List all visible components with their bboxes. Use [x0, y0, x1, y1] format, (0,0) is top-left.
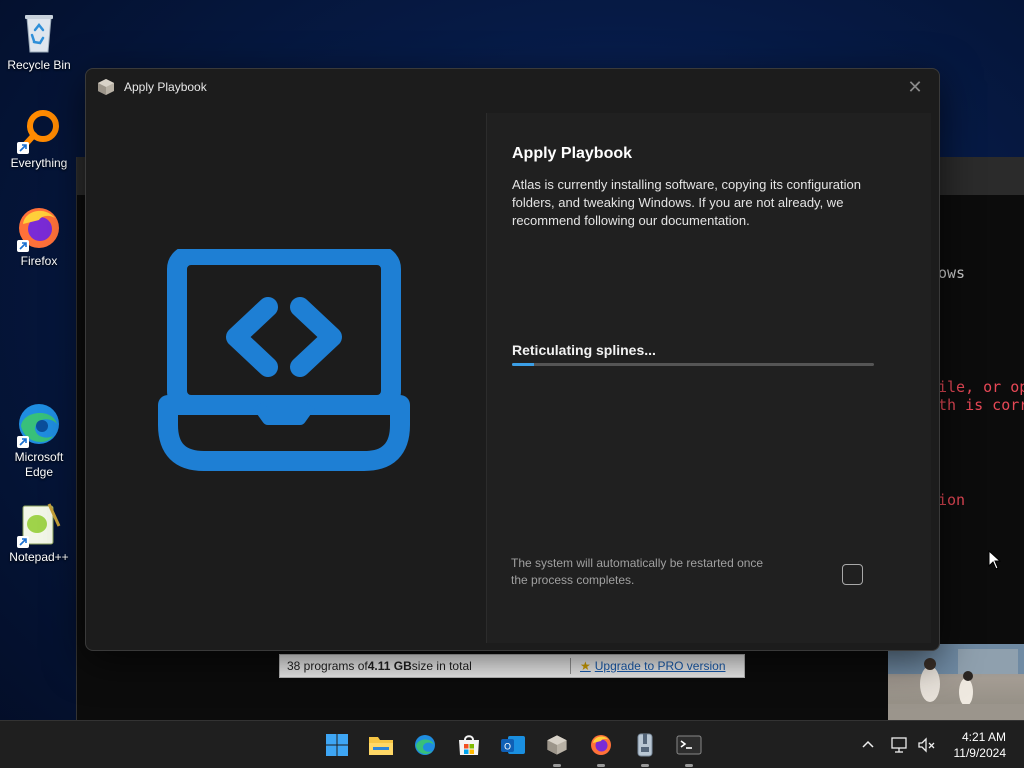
dialog-heading: Apply Playbook	[512, 145, 633, 162]
network-icon	[891, 737, 907, 753]
running-indicator	[641, 764, 649, 767]
desktop-icon-edge[interactable]: Microsoft Edge	[4, 400, 74, 480]
edge-icon	[15, 400, 63, 448]
svg-text:O: O	[504, 743, 511, 753]
atlas-app-icon	[98, 79, 114, 95]
star-icon: ★	[580, 659, 591, 673]
taskbar-edge[interactable]	[409, 729, 441, 761]
taskbar-store[interactable]	[453, 729, 485, 761]
running-indicator	[553, 764, 561, 767]
dialog-content-panel: Apply Playbook Atlas is currently instal…	[486, 113, 931, 643]
tray-network[interactable]	[890, 721, 910, 768]
upgrade-pro-link[interactable]: ★ Upgrade to PRO version	[580, 659, 726, 673]
dialog-titlebar[interactable]: Apply Playbook	[86, 69, 939, 105]
edge-icon	[415, 735, 435, 755]
desktop-icon-label: Microsoft Edge	[14, 450, 64, 479]
restart-checkbox[interactable]	[842, 564, 863, 585]
total-size-text: 4.11 GB	[367, 659, 412, 673]
taskbar-archive[interactable]	[629, 729, 661, 767]
video-thumbnail[interactable]	[888, 644, 1024, 720]
progress-label: Reticulating splines...	[512, 342, 656, 358]
taskbar-clock[interactable]: 4:21 AM 11/9/2024	[954, 729, 1007, 761]
desktop-icon-notepadpp[interactable]: Notepad++	[4, 500, 74, 565]
atlas-box-icon	[547, 735, 567, 755]
everything-search-icon	[15, 106, 63, 154]
programs-count-text: 38 programs of	[287, 659, 368, 673]
terminal-text-line: ows	[938, 264, 966, 282]
file-explorer-icon	[369, 737, 393, 755]
shortcut-arrow-icon	[17, 240, 29, 252]
tray-volume[interactable]	[916, 721, 936, 768]
firefox-icon	[591, 735, 611, 755]
terminal-text-line: th is corr	[938, 396, 1024, 414]
microsoft-store-icon	[459, 735, 479, 755]
progress-bar	[512, 363, 874, 366]
terminal-icon	[676, 735, 702, 755]
taskbar-file-explorer[interactable]	[365, 729, 397, 761]
clock-date: 11/9/2024	[953, 746, 1007, 760]
windows-start-icon	[326, 734, 348, 756]
tray-overflow-button[interactable]	[860, 721, 876, 768]
shortcut-arrow-icon	[17, 536, 29, 548]
mouse-cursor-icon	[988, 550, 1002, 570]
terminal-text-line: ion	[938, 491, 966, 509]
taskbar-terminal[interactable]	[673, 729, 705, 767]
taskbar-firefox[interactable]	[585, 729, 617, 767]
outlook-icon: O	[501, 736, 525, 754]
size-suffix-text: size in total	[411, 659, 472, 673]
restart-notice: The system will automatically be restart…	[511, 556, 764, 587]
desktop-icon-label: Recycle Bin	[7, 58, 71, 72]
taskbar: O 4:21 AM 11/9/2024	[0, 720, 1024, 768]
progress-bar-fill	[512, 363, 534, 366]
taskbar-atlas[interactable]	[541, 729, 573, 767]
running-indicator	[685, 764, 693, 767]
laptop-code-icon	[158, 249, 410, 471]
status-divider	[570, 658, 571, 674]
desktop-icon-label: Firefox	[20, 254, 58, 268]
close-icon: ✕	[907, 76, 923, 97]
upgrade-link-label: Upgrade to PRO version	[594, 659, 726, 673]
dialog-description: Atlas is currently installing software, …	[512, 177, 861, 228]
taskbar-outlook[interactable]: O	[497, 729, 529, 761]
desktop-icon-recycle-bin[interactable]: Recycle Bin	[4, 8, 74, 73]
start-button[interactable]	[321, 729, 353, 761]
volume-muted-icon	[918, 737, 935, 753]
desktop-icon-firefox[interactable]: Firefox	[4, 204, 74, 269]
apply-playbook-dialog: Apply Playbook ✕ Apply Playbook Atlas is…	[85, 68, 940, 651]
notepadpp-icon	[15, 500, 63, 548]
uninstaller-status-bar: 38 programs of 4.11 GB size in total ★ Up…	[279, 654, 745, 678]
shortcut-arrow-icon	[17, 436, 29, 448]
terminal-text-line: ile, or op	[938, 378, 1024, 396]
close-button[interactable]: ✕	[903, 75, 927, 99]
firefox-icon	[15, 204, 63, 252]
clock-time: 4:21 AM	[961, 730, 1006, 744]
desktop-icon-label: Notepad++	[9, 550, 69, 564]
recycle-bin-icon	[15, 8, 63, 56]
desktop-icon-label: Everything	[10, 156, 68, 170]
shortcut-arrow-icon	[17, 142, 29, 154]
chevron-up-icon	[862, 740, 874, 748]
archive-icon	[637, 733, 653, 757]
running-indicator	[597, 764, 605, 767]
dialog-title: Apply Playbook	[124, 80, 207, 94]
desktop-icon-everything[interactable]: Everything	[4, 106, 74, 171]
